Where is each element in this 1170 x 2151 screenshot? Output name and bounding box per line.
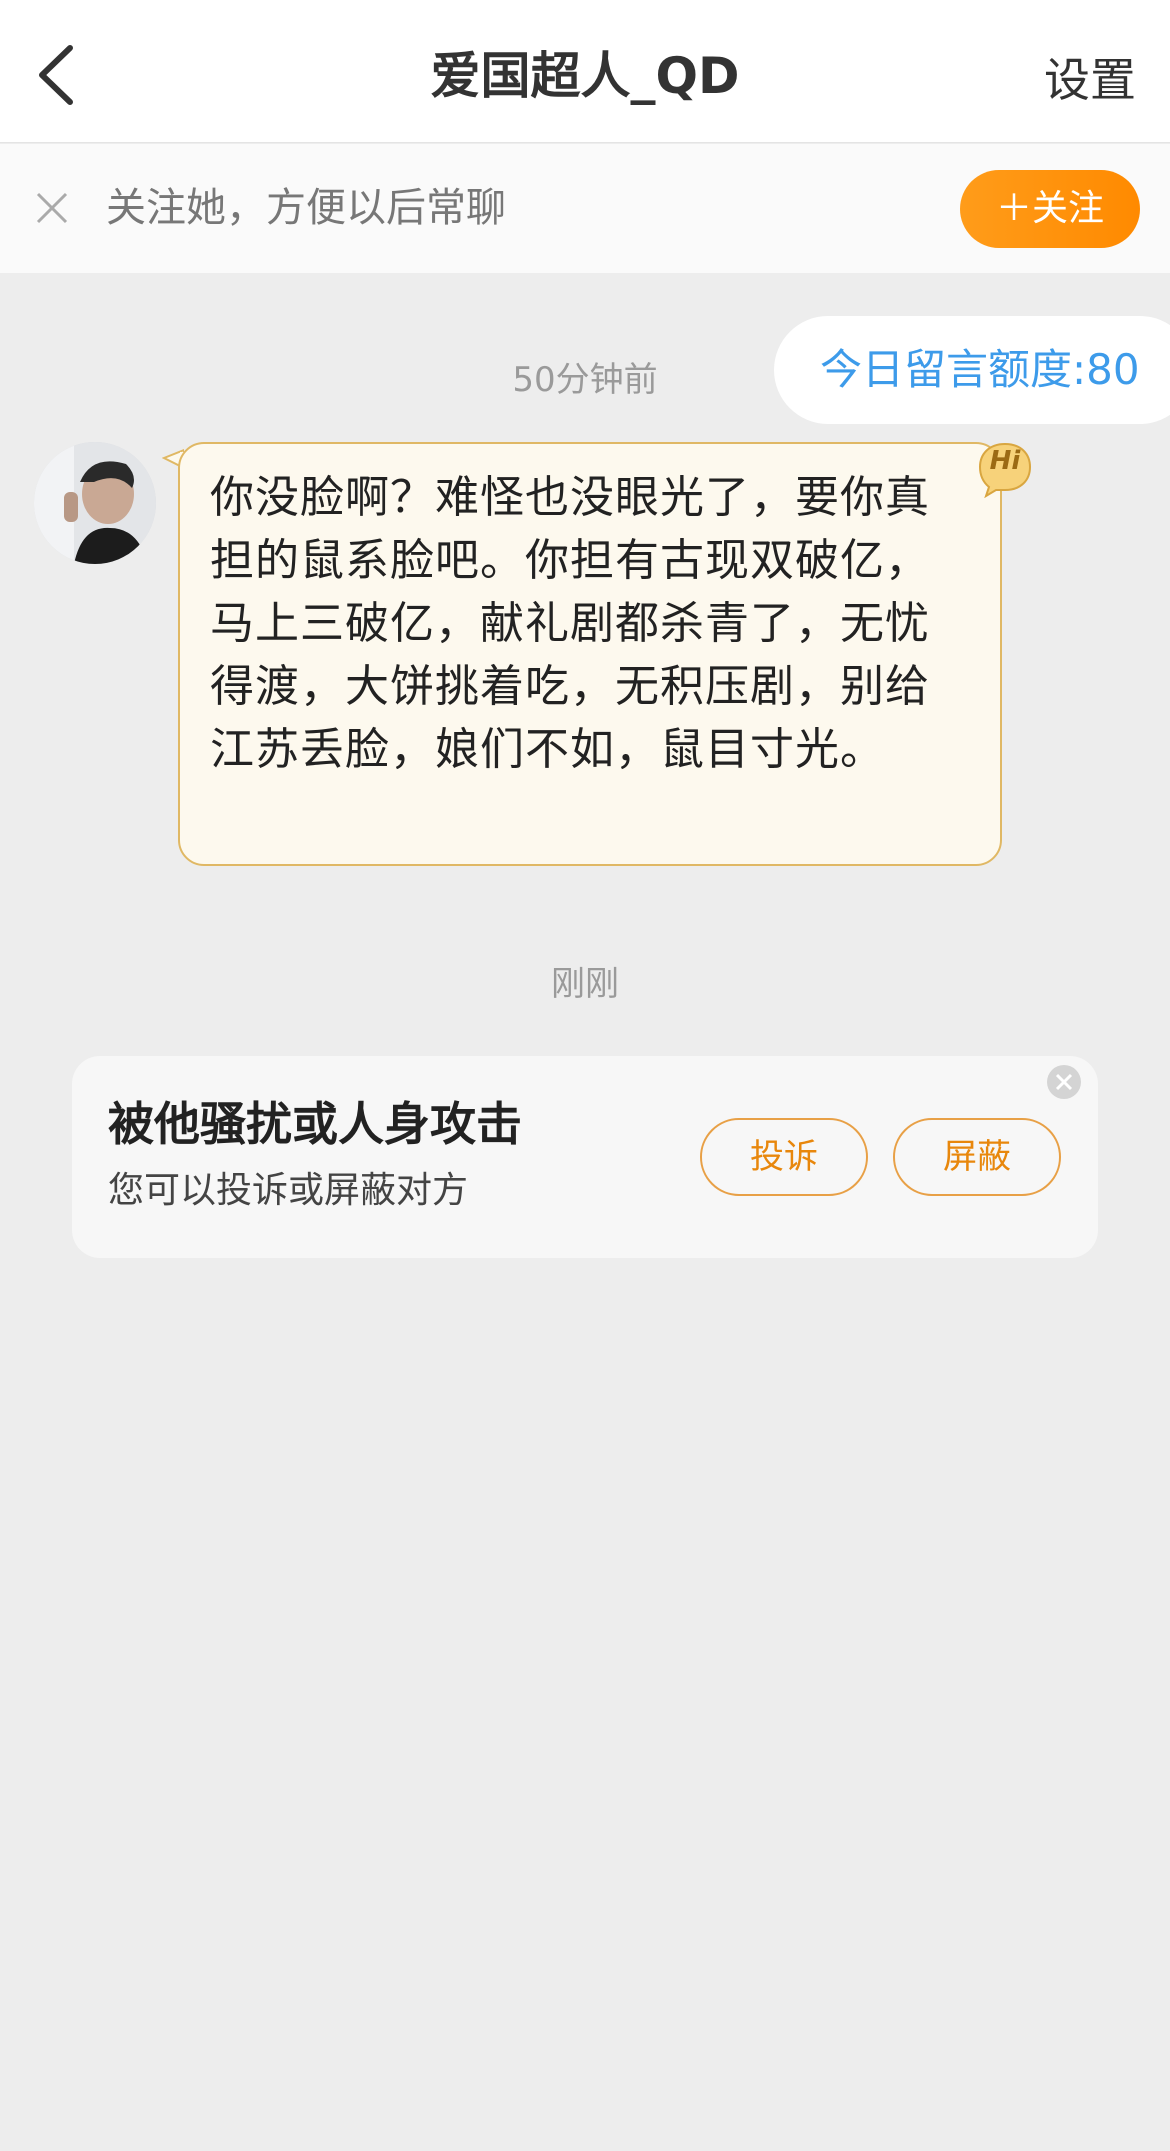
follow-bar-close-button[interactable]	[34, 190, 70, 226]
block-button[interactable]: 屏蔽	[893, 1118, 1061, 1196]
message-bubble[interactable]: 你没脸啊？难怪也没眼光了，要你真担的鼠系脸吧。你担有古现双破亿，马上三破亿，献礼…	[178, 442, 1002, 866]
timestamp: 刚刚	[551, 964, 619, 1004]
follow-prompt-text: 关注她，方便以后常聊	[106, 185, 506, 231]
nav-header: 爱国超人_QD 设置	[0, 0, 1170, 143]
avatar-image	[34, 442, 156, 564]
report-button[interactable]: 投诉	[700, 1118, 868, 1196]
card-title: 被他骚扰或人身攻击	[108, 1097, 522, 1151]
follow-button[interactable]: ＋关注	[960, 170, 1140, 248]
close-circle-icon	[1047, 1065, 1081, 1099]
page-title: 爱国超人_QD	[430, 47, 740, 105]
timestamp: 50分钟前	[512, 360, 658, 400]
card-subtitle: 您可以投诉或屏蔽对方	[108, 1170, 469, 1211]
avatar[interactable]	[34, 442, 156, 564]
close-icon	[36, 192, 68, 224]
message-text: 你没脸啊？难怪也没眼光了，要你真担的鼠系脸吧。你担有古现双破亿，马上三破亿，献礼…	[210, 472, 930, 775]
follow-bar: 关注她，方便以后常聊 ＋关注	[0, 144, 1170, 273]
hi-badge-label: Hi	[989, 446, 1021, 476]
card-close-button[interactable]	[1046, 1064, 1082, 1100]
settings-button[interactable]: 设置	[1044, 50, 1136, 110]
